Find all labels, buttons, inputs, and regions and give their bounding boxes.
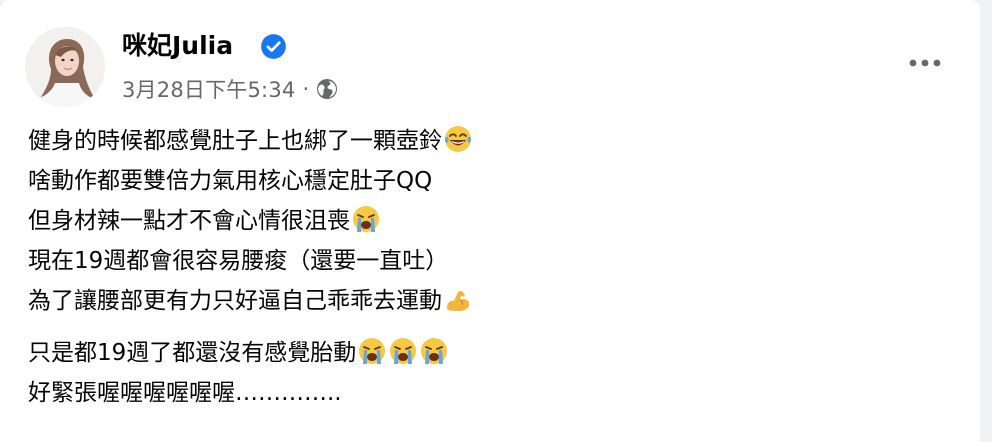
crying-emoji-icon bbox=[421, 338, 448, 364]
post-line: 健身的時候都感覺肚子上也綁了一顆壺鈴 bbox=[28, 121, 473, 161]
crying-emoji-group bbox=[356, 333, 449, 373]
flexed-biceps-emoji-icon bbox=[447, 290, 470, 311]
post-body: 健身的時候都感覺肚子上也綁了一顆壺鈴 啥動作都要雙倍力氣用核心穩定肚子QQ 但身… bbox=[28, 121, 473, 413]
globe-icon[interactable] bbox=[315, 77, 339, 101]
post-line-text: 但身材辣一點才不會心情很沮喪 bbox=[28, 208, 350, 234]
author-name[interactable]: 咪妃Julia bbox=[122, 30, 233, 62]
more-options-icon bbox=[909, 59, 941, 67]
post-line: 為了讓腰部更有力只好逼自己乖乖去運動 bbox=[28, 281, 473, 321]
post-line-text: 好緊張喔喔喔喔喔喔………….. bbox=[28, 380, 342, 406]
post-line-text: 現在19週都會很容易腰痠（還要一直吐） bbox=[28, 248, 449, 274]
author-avatar[interactable] bbox=[25, 27, 105, 107]
post-card: 咪妃Julia 3月28日下午5:34 · 健身的時候都感覺肚子上也綁了一顆壺鈴 bbox=[0, 0, 980, 442]
joy-emoji-icon bbox=[445, 126, 471, 152]
crying-emoji-icon bbox=[390, 338, 417, 364]
post-line-text: 為了讓腰部更有力只好逼自己乖乖去運動 bbox=[28, 288, 442, 314]
post-line: 好緊張喔喔喔喔喔喔………….. bbox=[28, 373, 473, 413]
crying-emoji-icon bbox=[353, 206, 379, 232]
meta-separator: · bbox=[302, 77, 310, 101]
crying-emoji-icon bbox=[359, 338, 386, 364]
more-options-button[interactable] bbox=[902, 44, 948, 82]
post-line: 只是都19週了都還沒有感覺胎動 bbox=[28, 333, 473, 373]
post-line-text: 只是都19週了都還沒有感覺胎動 bbox=[28, 340, 357, 366]
post-line: 但身材辣一點才不會心情很沮喪 bbox=[28, 201, 473, 241]
post-meta: 3月28日下午5:34 · bbox=[122, 74, 339, 104]
post-line: 現在19週都會很容易腰痠（還要一直吐） bbox=[28, 241, 473, 281]
post-timestamp[interactable]: 3月28日下午5:34 bbox=[122, 74, 295, 104]
verified-badge-icon bbox=[261, 34, 286, 59]
post-line-text: 健身的時候都感覺肚子上也綁了一顆壺鈴 bbox=[28, 128, 442, 154]
avatar-photo bbox=[25, 27, 105, 107]
post-line-text: 啥動作都要雙倍力氣用核心穩定肚子QQ bbox=[28, 168, 433, 194]
post-line: 啥動作都要雙倍力氣用核心穩定肚子QQ bbox=[28, 161, 473, 201]
